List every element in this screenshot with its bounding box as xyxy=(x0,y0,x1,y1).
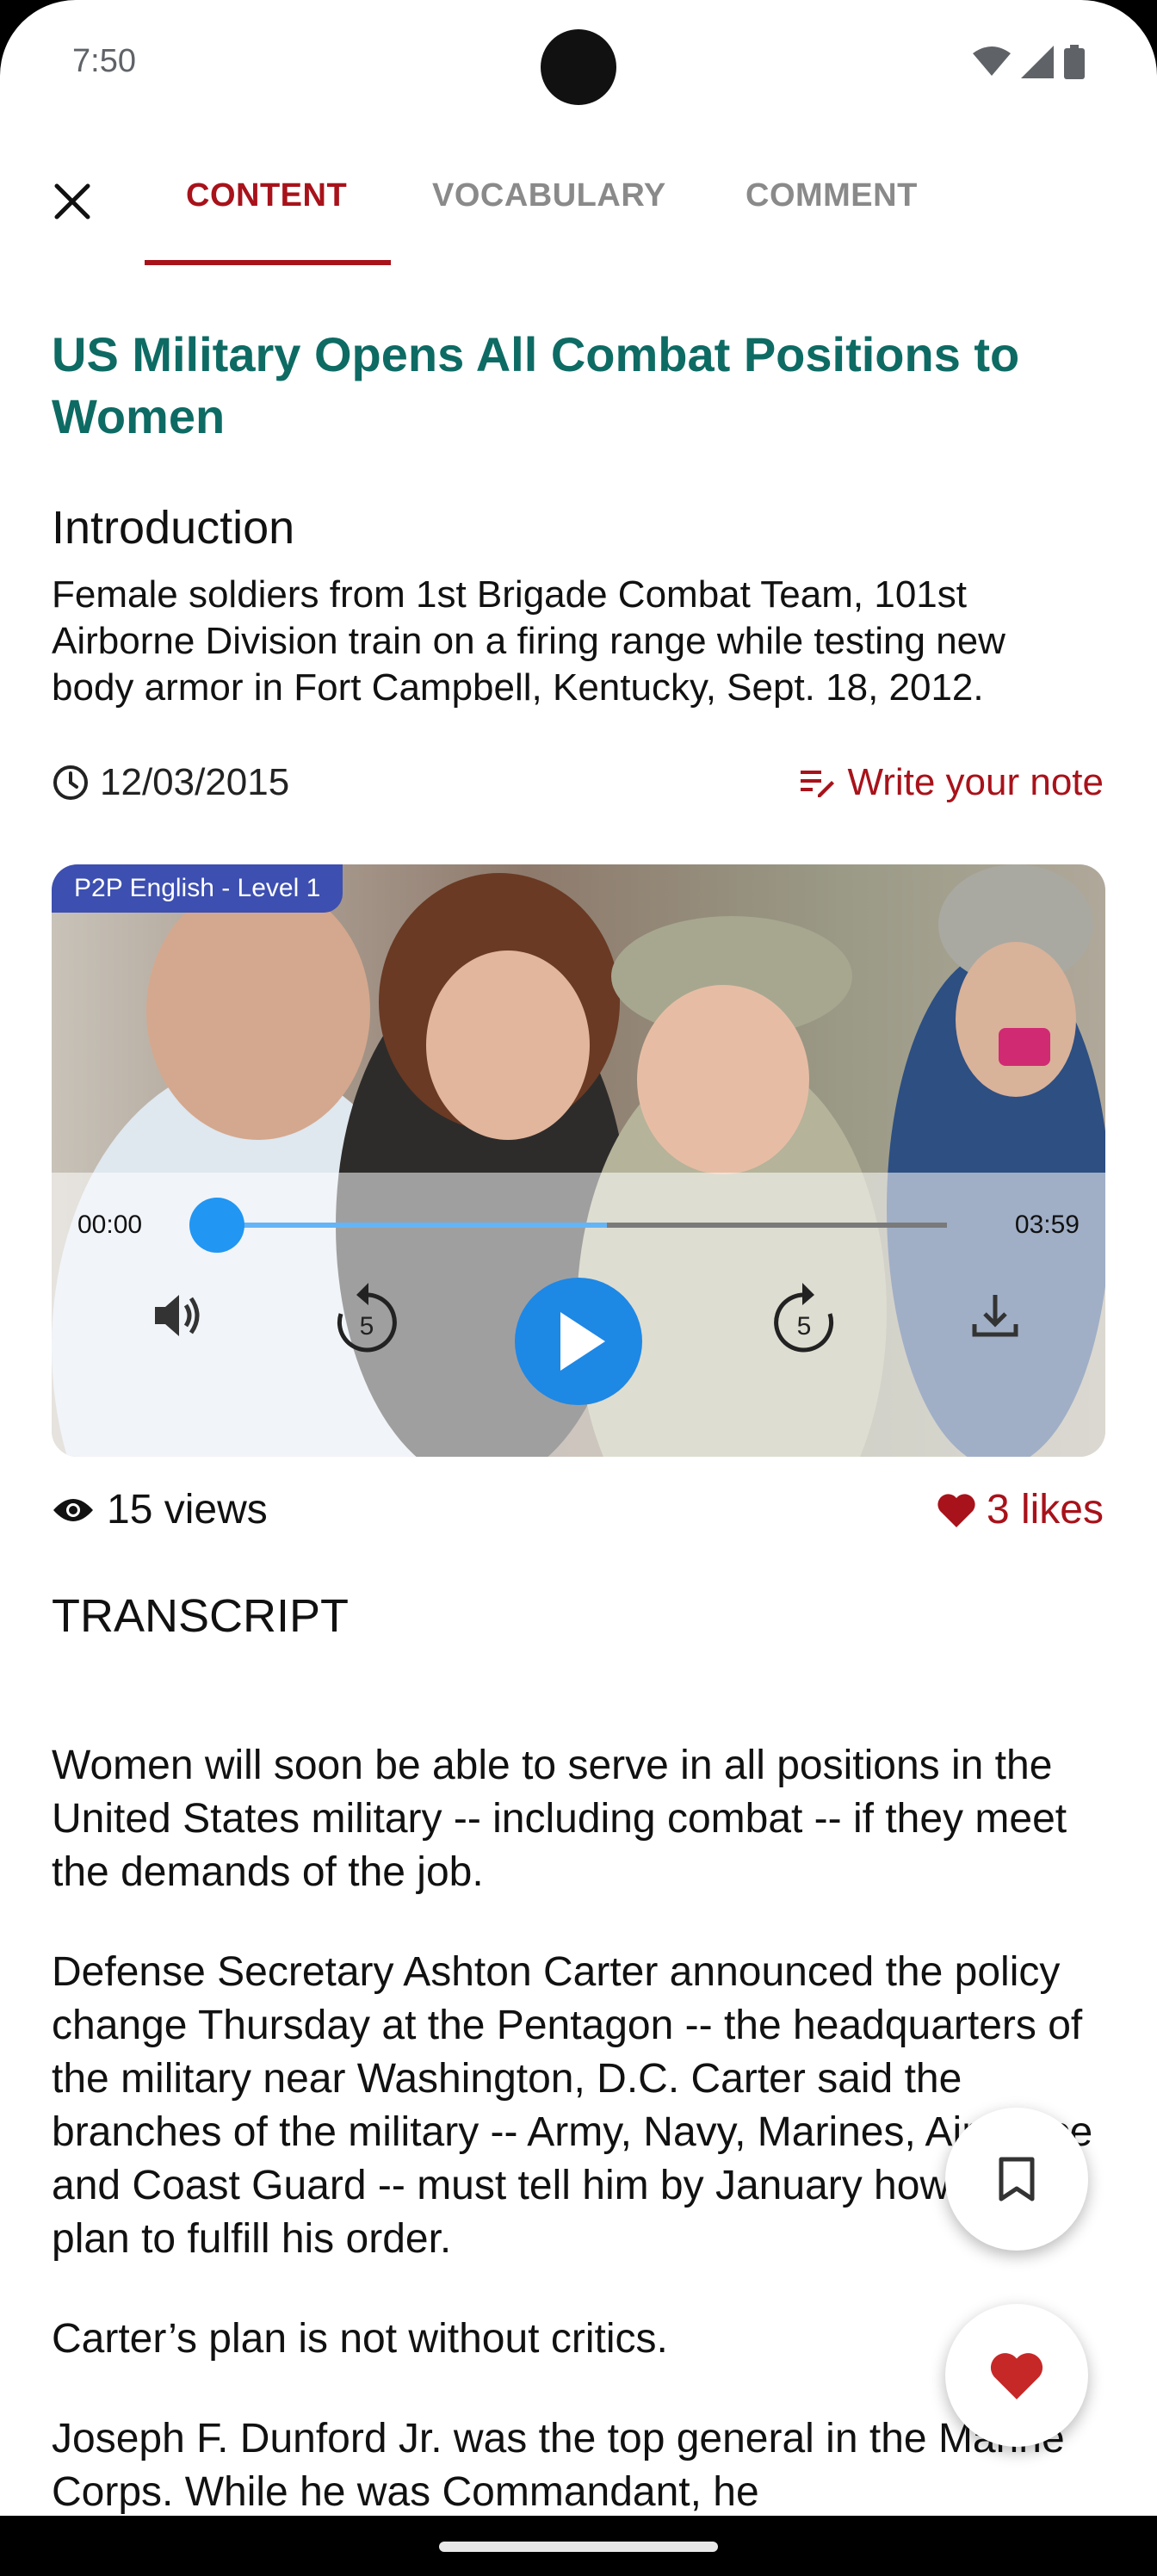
bookmark-icon xyxy=(999,2157,1035,2201)
home-gesture-handle[interactable] xyxy=(439,2542,718,2552)
audio-player: P2P English - Level 1 00:00 03:59 5 5 xyxy=(52,864,1105,1457)
heart-icon xyxy=(990,2353,1043,2400)
forward-icon: 5 xyxy=(774,1283,834,1353)
rewind-button[interactable]: 5 xyxy=(324,1274,410,1360)
like-button[interactable] xyxy=(945,2304,1088,2447)
transcript-paragraph: Defense Secretary Ashton Carter announce… xyxy=(52,1949,1093,2262)
camera-cutout xyxy=(541,29,616,105)
status-bar: 7:50 xyxy=(0,0,1157,129)
play-icon xyxy=(560,1312,605,1371)
app-screen: 7:50 CONTENT VOCABULARY COMMENT US Milit… xyxy=(0,0,1157,2516)
navigation-bar xyxy=(0,2516,1157,2576)
clock-icon xyxy=(53,765,88,800)
edit-note-icon xyxy=(801,771,835,797)
buffered-progress xyxy=(208,1223,608,1228)
views-text: 15 views xyxy=(107,1487,268,1533)
heart-icon xyxy=(937,1493,975,1527)
intro-heading: Introduction xyxy=(52,502,295,554)
close-icon xyxy=(54,183,90,220)
article-title: US Military Opens All Combat Positions t… xyxy=(52,327,1020,443)
tab-content[interactable]: CONTENT xyxy=(186,177,347,214)
write-note-button[interactable]: Write your note xyxy=(799,761,1104,804)
tab-comment[interactable]: COMMENT xyxy=(746,177,918,214)
volume-button[interactable] xyxy=(136,1274,219,1357)
level-badge: P2P English - Level 1 xyxy=(52,864,343,913)
download-icon xyxy=(972,1295,1018,1337)
forward-button[interactable]: 5 xyxy=(761,1274,847,1360)
wifi-icon xyxy=(973,46,1011,76)
active-tab-indicator xyxy=(145,260,391,265)
like-count[interactable]: 3 likes xyxy=(937,1486,1104,1533)
transcript-heading: TRANSCRIPT xyxy=(52,1590,350,1642)
download-button[interactable] xyxy=(954,1274,1036,1357)
volume-icon xyxy=(155,1295,200,1336)
transcript-paragraph: Women will soon be able to serve in all … xyxy=(52,1743,1067,1895)
battery-icon xyxy=(1064,45,1085,79)
tab-bar: CONTENT VOCABULARY COMMENT xyxy=(0,146,1157,265)
tab-vocabulary[interactable]: VOCABULARY xyxy=(432,177,666,214)
transcript-paragraph: Joseph F. Dunford Jr. was the top genera… xyxy=(52,2416,1065,2515)
write-note-label: Write your note xyxy=(847,761,1104,803)
publish-date: 12/03/2015 xyxy=(52,761,289,804)
play-button[interactable] xyxy=(515,1278,642,1405)
view-count: 15 views xyxy=(52,1486,268,1533)
likes-text: 3 likes xyxy=(986,1487,1104,1533)
date-text: 12/03/2015 xyxy=(100,761,290,803)
total-time: 03:59 xyxy=(1014,1211,1080,1239)
status-time: 7:50 xyxy=(72,43,136,79)
player-controls: 00:00 03:59 5 5 xyxy=(52,1173,1105,1457)
system-icons xyxy=(973,45,1085,79)
bookmark-button[interactable] xyxy=(945,2108,1088,2251)
seek-thumb[interactable] xyxy=(189,1198,244,1253)
rewind-seconds: 5 xyxy=(360,1312,374,1341)
seek-bar[interactable] xyxy=(189,1198,947,1253)
close-button[interactable] xyxy=(43,172,102,231)
rewind-icon: 5 xyxy=(337,1283,397,1353)
signal-icon xyxy=(1021,46,1054,78)
current-time: 00:00 xyxy=(77,1211,143,1239)
intro-text: Female soldiers from 1st Brigade Combat … xyxy=(52,573,1005,709)
forward-seconds: 5 xyxy=(797,1312,812,1341)
eye-icon xyxy=(53,1498,93,1521)
